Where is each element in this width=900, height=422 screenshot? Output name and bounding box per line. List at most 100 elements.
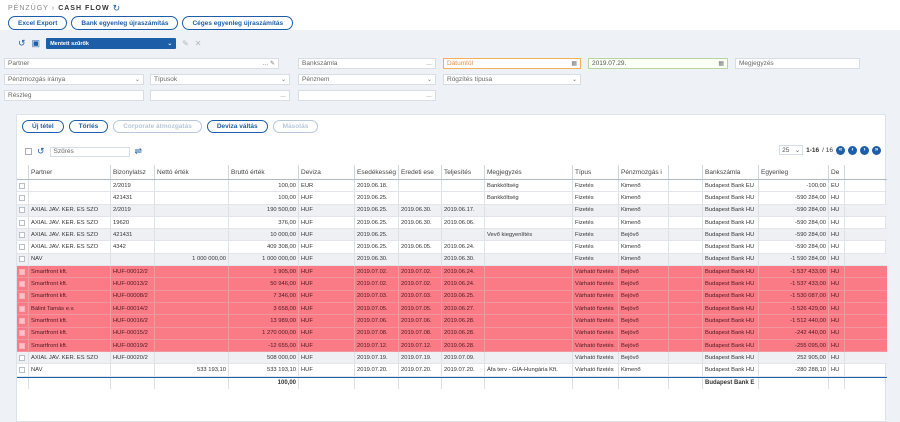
table-row[interactable]: 2/2019 100,00 EUR 2019.06.18. Bankköltség Fiz…: [17, 180, 887, 193]
reset-icon[interactable]: ↺: [37, 146, 45, 157]
last-page-icon[interactable]: »: [872, 145, 881, 155]
table-row[interactable]: AXIAL JAV. KER. ES SZO 19620 376,00 HUF 2019…: [17, 216, 887, 230]
search-input[interactable]: Szűrés: [49, 146, 130, 157]
save-filter-icon[interactable]: ▣: [32, 38, 41, 49]
table-cell: Budapest Bank HU: [703, 253, 759, 266]
bank-account-field[interactable]: Bankszámla…: [298, 58, 436, 69]
table-cell: -590 284,00: [759, 204, 829, 216]
row-checkbox[interactable]: [19, 354, 25, 361]
note-field[interactable]: Megjegyzés: [735, 58, 860, 69]
column-header[interactable]: Teljesítés: [442, 165, 485, 179]
table-row[interactable]: AXIAL JAV. KER. ES SZO 2/2019 190 500,00 HU…: [17, 204, 887, 217]
column-header[interactable]: [669, 165, 703, 179]
reset-filter-icon[interactable]: ↺: [18, 38, 26, 49]
row-checkbox[interactable]: [19, 317, 25, 324]
date-from-field[interactable]: Dátumtól ▦: [443, 58, 581, 69]
table-cell: [111, 364, 155, 376]
column-header[interactable]: Esedékesség: [355, 165, 399, 179]
row-checkbox[interactable]: [19, 281, 25, 288]
table-row[interactable]: Smartfront kft. HUF-00015/2 1 270 000,00 HU…: [17, 327, 887, 340]
edit-icon[interactable]: ✎: [182, 39, 189, 48]
column-header[interactable]: Nettó érték: [155, 165, 229, 179]
row-checkbox[interactable]: [19, 207, 25, 214]
corporate-move-button[interactable]: Corporate átmozgatás: [113, 120, 202, 133]
row-checkbox[interactable]: [19, 305, 25, 312]
row-checkbox[interactable]: [19, 182, 25, 189]
row-checkbox[interactable]: [19, 244, 25, 251]
first-page-icon[interactable]: «: [836, 145, 845, 155]
page-size-select[interactable]: 25 ⌄: [779, 145, 804, 155]
record-type-select[interactable]: Rögzítés típusa ⌄: [443, 74, 581, 85]
saved-filters-select[interactable]: Mentett szűrők ⌄: [46, 38, 177, 49]
column-header[interactable]: Partner: [29, 165, 111, 179]
row-checkbox[interactable]: [19, 330, 25, 337]
row-checkbox[interactable]: [19, 194, 25, 201]
lookup-icon[interactable]: …: [426, 61, 432, 67]
refresh-icon[interactable]: ↻: [113, 3, 122, 14]
detail-field[interactable]: Részleg: [4, 90, 144, 101]
lookup-icon[interactable]: …: [280, 93, 286, 99]
table-cell: Budapest Bank EU: [703, 180, 759, 192]
breadcrumb-section[interactable]: PÉNZÜGY: [8, 5, 49, 12]
calendar-icon[interactable]: ▦: [571, 60, 577, 67]
gross-total: 100,00: [229, 377, 299, 389]
types-select[interactable]: Típusok ⌄: [150, 74, 290, 85]
lookup-icon[interactable]: … ✎: [262, 60, 275, 67]
table-row[interactable]: Smartfront kft. HUF-00019/2 -12 655,00 HUF 2…: [17, 339, 887, 353]
row-checkbox[interactable]: [19, 219, 25, 226]
table-row[interactable]: Smartfront kft. HUF-00013/2 50 946,00 HUF 20…: [17, 278, 887, 291]
row-checkbox[interactable]: [19, 367, 25, 374]
table-cell: [442, 180, 485, 192]
row-checkbox[interactable]: [19, 342, 25, 349]
prev-page-icon[interactable]: ‹: [848, 145, 857, 155]
column-header[interactable]: De: [829, 165, 845, 179]
column-header[interactable]: Bizonylatsz: [111, 165, 155, 179]
table-row[interactable]: Smartfront kft. HUF-00016/2 13 989,00 HUF 20…: [17, 315, 887, 328]
column-header[interactable]: Típus: [573, 165, 619, 179]
table-cell: 2019.07.20.: [442, 364, 485, 376]
excel-export-button[interactable]: Excel Export: [8, 16, 68, 30]
table-cell: 409 308,00: [229, 241, 299, 253]
swap-icon[interactable]: ⇌: [135, 146, 143, 157]
lookup-icon[interactable]: …: [426, 93, 432, 99]
table-row[interactable]: AXIAL JAV. KER. ES SZO 421431 10 000,00 HUF…: [17, 229, 887, 242]
table-row[interactable]: Smartfront kft. HUF-00008/2 7 346,00 HUF 201…: [17, 290, 887, 303]
column-header[interactable]: Egyenleg: [759, 165, 829, 179]
select-all-checkbox[interactable]: [25, 148, 32, 155]
calendar-icon[interactable]: ▦: [718, 60, 724, 67]
table-row[interactable]: Bálint Tamás e.v. HUF-00014/2 3 658,00 HUF 2…: [17, 302, 887, 316]
table-row[interactable]: AXIAL JAV. KER. ES SZO HUF-00020/2 508 000…: [17, 352, 887, 365]
column-header[interactable]: Pénzmozgás i: [619, 165, 669, 179]
delete-button[interactable]: Törlés: [68, 120, 109, 133]
table-cell: [399, 180, 442, 192]
column-header[interactable]: Deviza: [299, 165, 355, 179]
copy-button[interactable]: Másolás: [272, 120, 319, 133]
table-row[interactable]: 421431 100,00 HUF 2019.06.25. Bankköltség Fiz…: [17, 192, 887, 205]
company-balance-recalc-button[interactable]: Céges egyenleg újraszámítás: [182, 16, 294, 30]
row-checkbox[interactable]: [19, 293, 25, 300]
table-row[interactable]: AXIAL JAV. KER. ES SZO 4342 409 308,00 HUF 2…: [17, 241, 887, 254]
direction-select[interactable]: Pénzmozgás iránya ⌄: [4, 74, 144, 85]
row-checkbox[interactable]: [19, 268, 25, 275]
column-header[interactable]: Bankszámla: [703, 165, 759, 179]
row-checkbox[interactable]: [19, 256, 25, 263]
chevron-down-icon: ⌄: [571, 77, 577, 83]
new-item-button[interactable]: Új tétel: [22, 120, 64, 133]
date-to-field[interactable]: 2019.07.29. ▦: [588, 58, 728, 69]
fx-exchange-button[interactable]: Deviza váltás: [206, 120, 268, 133]
currency-select[interactable]: Pénznem ⌄: [298, 74, 436, 85]
column-header[interactable]: Bruttó érték: [229, 165, 299, 179]
table-row[interactable]: NAV 533 193,10 533 193,10 HUF 2019.07.20. 201…: [17, 364, 887, 377]
next-page-icon[interactable]: ›: [860, 145, 869, 155]
bank-balance-recalc-button[interactable]: Bank egyenleg újraszámítás: [71, 16, 179, 30]
detail-lookup-field[interactable]: …: [150, 90, 290, 101]
extra-lookup-field[interactable]: …: [298, 90, 436, 101]
table-row[interactable]: Smartfront kft. HUF-00012/2 1 905,00 HUF 201…: [17, 266, 887, 279]
row-checkbox[interactable]: [19, 231, 25, 238]
table-cell: [485, 352, 573, 364]
partner-field[interactable]: Partner … ✎: [4, 58, 279, 69]
column-header[interactable]: Megjegyzés: [485, 165, 573, 179]
close-icon[interactable]: ✕: [195, 39, 202, 48]
table-row[interactable]: NAV 1 000 000,00 1 000 000,00 HUF 2019.06.30…: [17, 253, 887, 267]
column-header[interactable]: Eredeti ese: [399, 165, 442, 179]
